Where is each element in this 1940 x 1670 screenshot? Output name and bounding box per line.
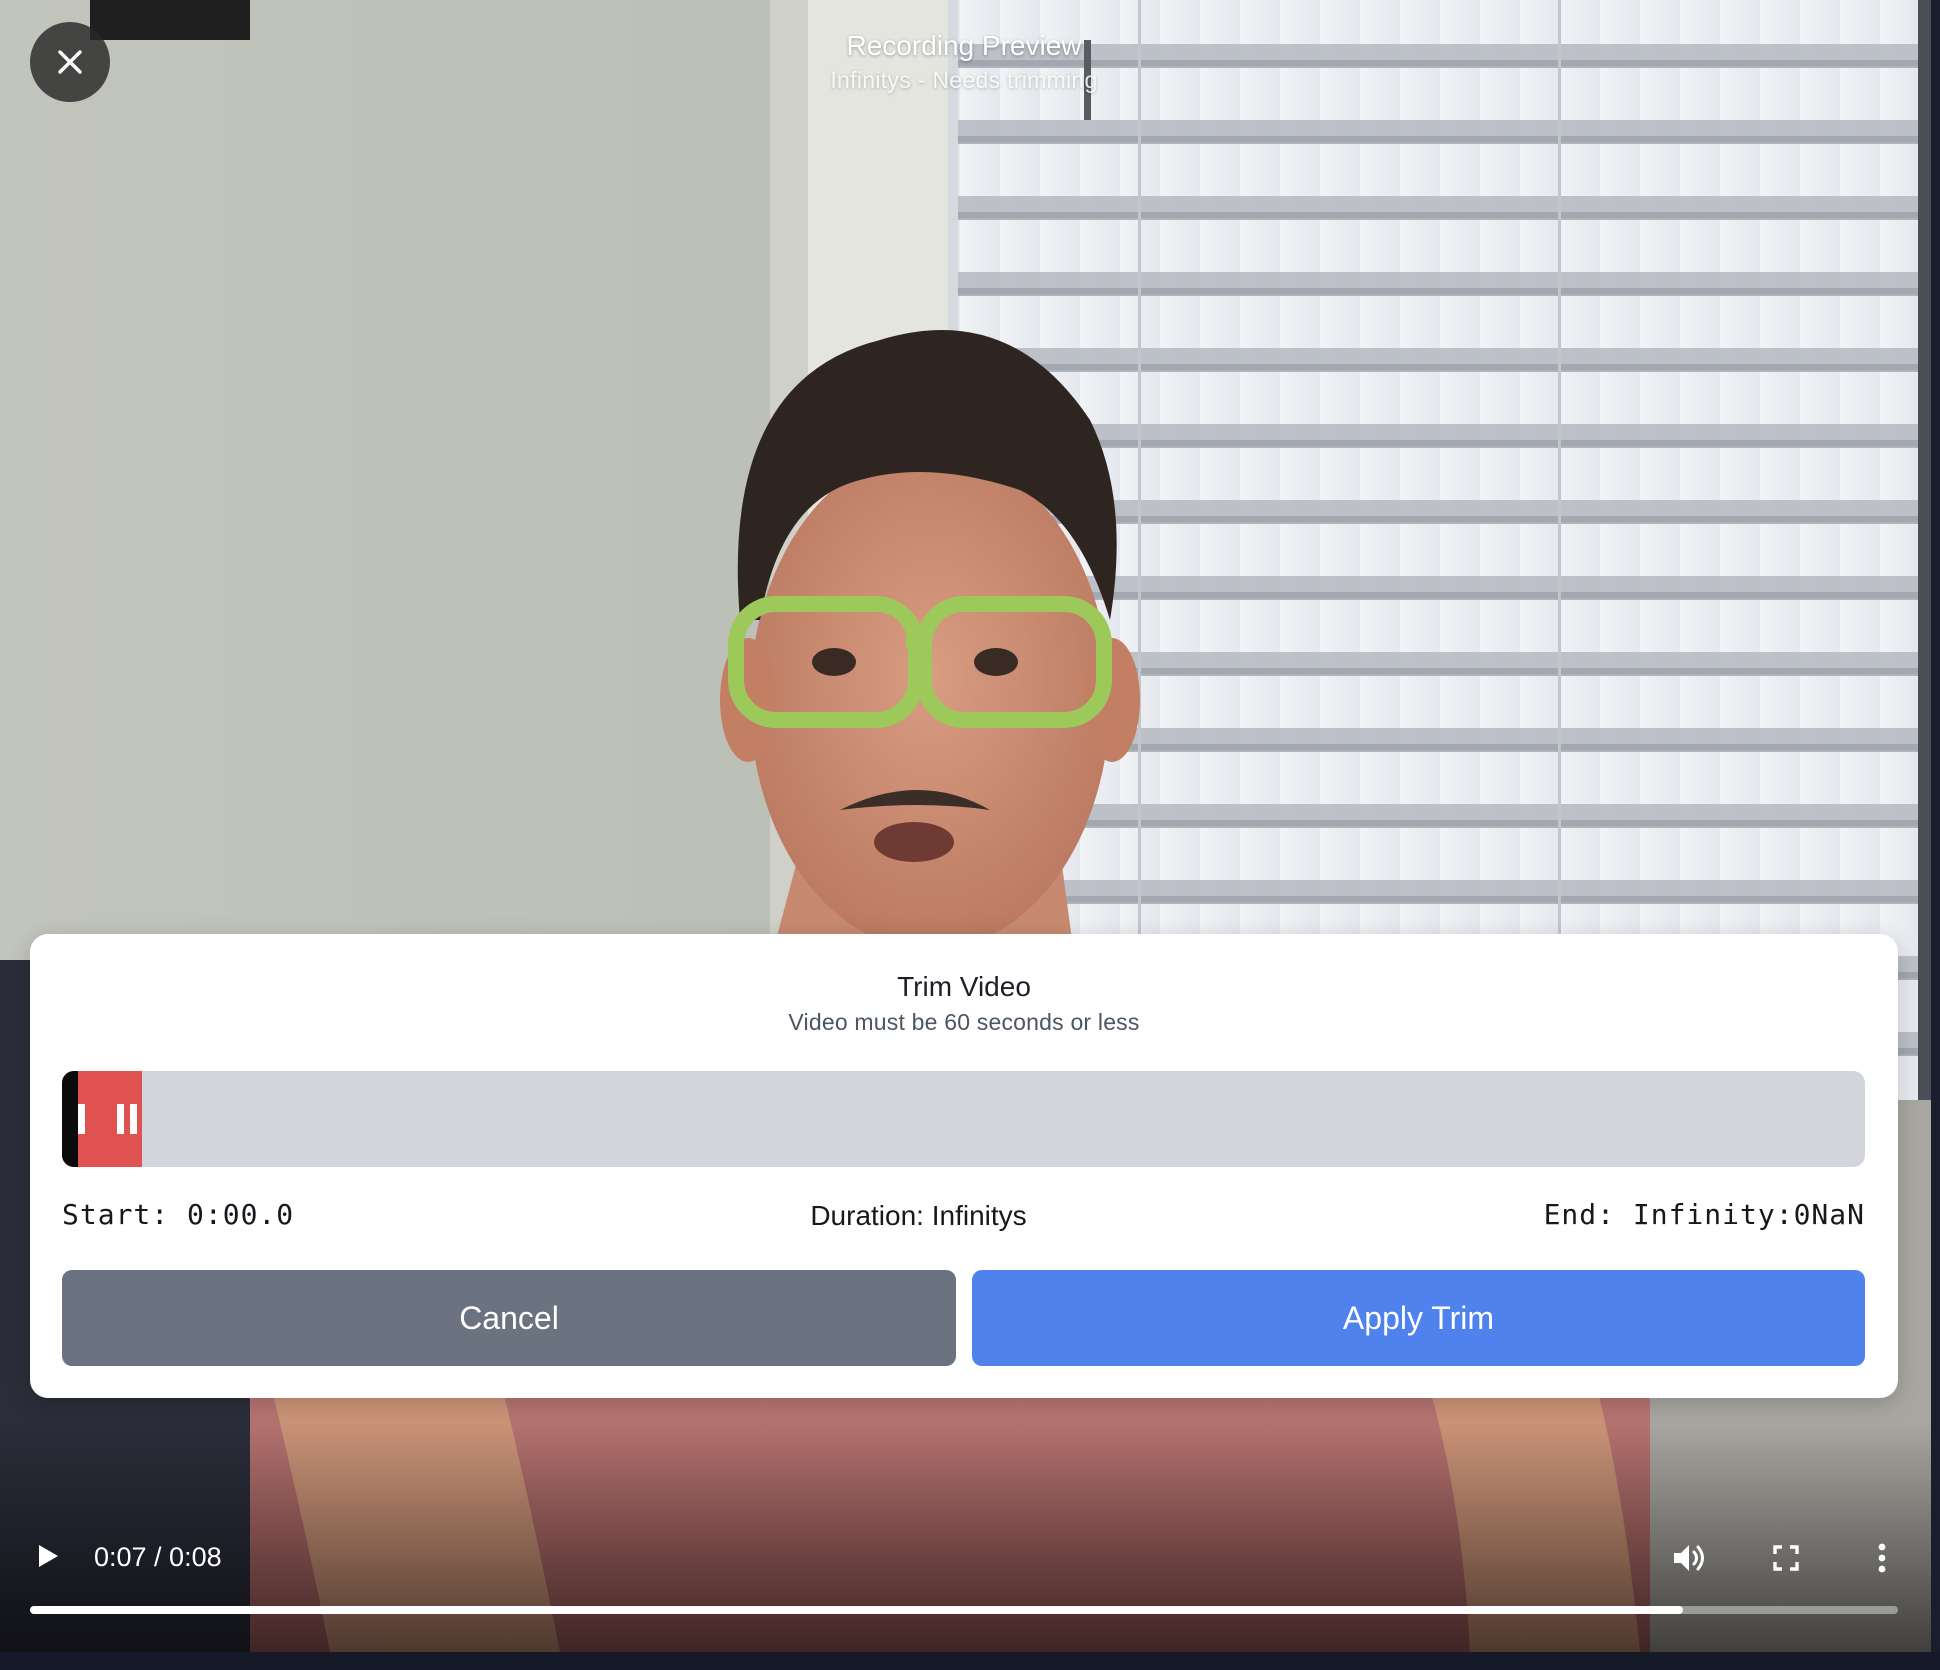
more-vertical-icon xyxy=(1878,1543,1886,1573)
end-time-label: End: Infinity:0NaN xyxy=(1543,1198,1865,1231)
trim-track[interactable] xyxy=(62,1071,1865,1167)
preview-header: Recording Preview Infinitys - Needs trim… xyxy=(0,28,1928,96)
play-button[interactable] xyxy=(28,1536,68,1576)
video-still xyxy=(0,0,1931,1652)
trim-panel: Trim Video Video must be 60 seconds or l… xyxy=(30,934,1898,1398)
time-display: 0:07 / 0:08 xyxy=(94,1542,222,1572)
bottom-edge xyxy=(0,1652,1940,1670)
video-progress-bar[interactable] xyxy=(30,1606,1898,1614)
volume-button[interactable] xyxy=(1668,1536,1712,1580)
trim-end-grip-right xyxy=(130,1104,137,1134)
volume-icon xyxy=(1674,1545,1704,1571)
controls-gradient xyxy=(0,1420,1931,1652)
trim-start-grip xyxy=(78,1104,85,1134)
trim-end-handle[interactable] xyxy=(115,1071,142,1167)
preview-modal: Recording Preview Infinitys - Needs trim… xyxy=(0,0,1940,1670)
right-edge xyxy=(1931,0,1940,1670)
more-options-button[interactable] xyxy=(1860,1536,1904,1580)
fullscreen-button[interactable] xyxy=(1764,1536,1808,1580)
duration-label: Duration: Infinitys xyxy=(810,1200,1027,1231)
trim-start-handle[interactable] xyxy=(62,1071,78,1167)
page-title: Recording Preview xyxy=(846,30,1082,61)
recording-subtitle: Infinitys - Needs trimming xyxy=(830,67,1098,93)
video-frame[interactable] xyxy=(0,0,1931,1652)
play-icon xyxy=(39,1545,58,1567)
trim-title: Trim Video xyxy=(897,971,1031,1002)
fullscreen-icon xyxy=(1773,1545,1799,1571)
apply-trim-button[interactable]: Apply Trim xyxy=(972,1270,1865,1366)
trim-end-grip-left xyxy=(117,1104,124,1134)
video-progress-fill xyxy=(30,1606,1683,1614)
trim-subtitle: Video must be 60 seconds or less xyxy=(788,1009,1140,1035)
cancel-button[interactable]: Cancel xyxy=(62,1270,956,1366)
trim-labels: Start: 0:00.0 Duration: Infinitys End: I… xyxy=(62,1196,1865,1236)
